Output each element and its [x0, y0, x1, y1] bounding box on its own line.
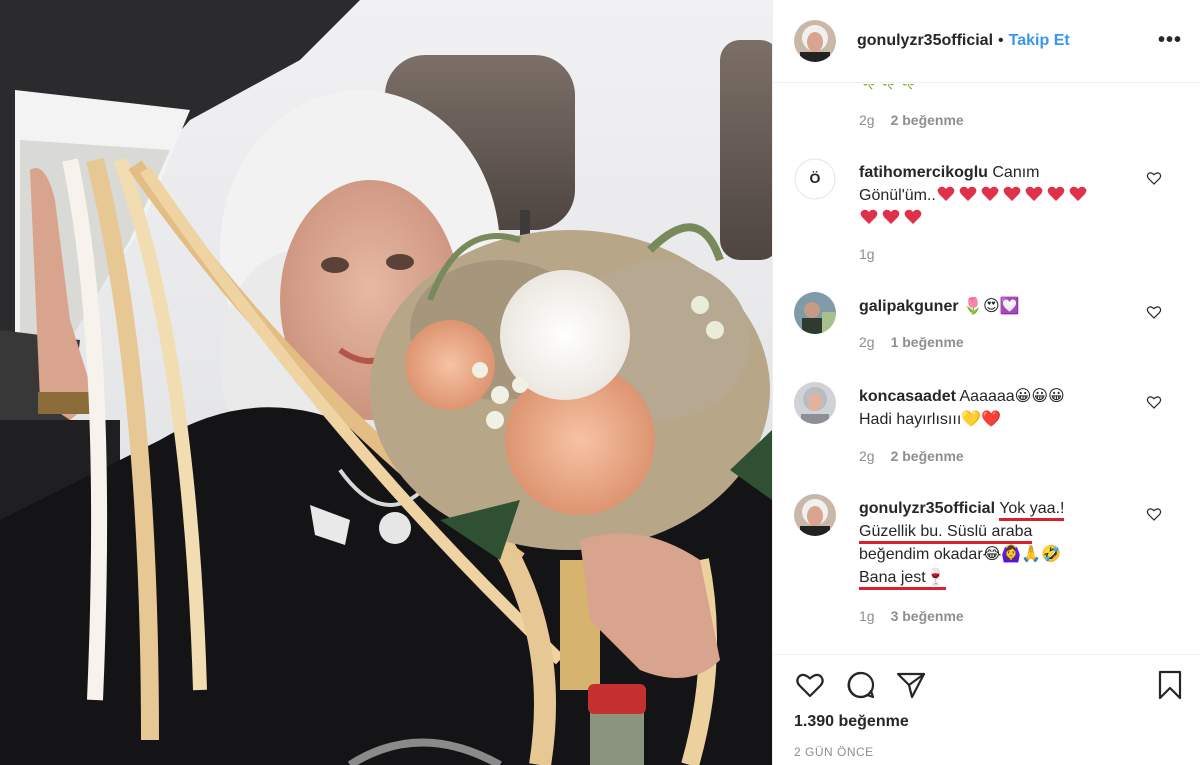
post-photo-illustration — [0, 0, 772, 765]
author-avatar[interactable] — [794, 20, 836, 62]
comment-likes[interactable]: 3 beğenme — [891, 608, 964, 624]
comment-text-line4: Bana jest🍷 — [859, 569, 946, 590]
comment-item: 🍀🍀🍀 2g 2 beğenme — [794, 84, 1184, 130]
comment-text: koncasaadet Aaaaaa😀😀😀 Hadi hayırlısııı💛❤… — [859, 385, 1149, 431]
comment-likes[interactable]: 2 beğenme — [891, 448, 964, 464]
comment-text: galipakguner 🌷😍💟 — [859, 295, 1149, 318]
commenter-avatar[interactable] — [794, 494, 836, 536]
comment-meta: 2g 1 beğenme — [859, 334, 964, 350]
comment-text: fatihomercikoglu Canım Gönül'üm.. — [859, 161, 1149, 230]
bookmark-icon[interactable] — [1154, 669, 1186, 701]
clover-emojis: 🍀🍀🍀 — [859, 84, 919, 90]
heart-sparkle-icon — [904, 209, 922, 224]
comment-like-heart-icon[interactable] — [1146, 304, 1162, 320]
comments-list[interactable]: 🍀🍀🍀 2g 2 beğenme Ö fatihomercikoglu — [773, 84, 1200, 654]
comment-emojis: 🌷😍💟 — [963, 298, 1020, 315]
comment-text-line2: Gönül'üm.. — [859, 187, 936, 204]
comment-like-heart-icon[interactable] — [1146, 506, 1162, 522]
heart-sparkle-icon — [981, 186, 999, 201]
commenter-avatar[interactable] — [794, 382, 836, 424]
heart-sparkle-icon — [1025, 186, 1043, 201]
post-side-panel: gonulyzr35official • Takip Et ••• 🍀🍀🍀 2g… — [772, 0, 1200, 765]
comment-text-line1: Yok yaa.! — [999, 500, 1065, 521]
comment-item: Ö fatihomercikoglu Canım Gönül'üm.. 1g — [794, 158, 1184, 268]
instagram-post-view: gonulyzr35official • Takip Et ••• 🍀🍀🍀 2g… — [0, 0, 1200, 765]
post-actions: 1.390 beğenme 2 GÜN ÖNCE — [773, 654, 1200, 765]
comment-text-line2: Hadi hayırlısııı💛❤️ — [859, 411, 1002, 428]
comment-icon[interactable] — [845, 669, 877, 701]
comment-username[interactable]: galipakguner — [859, 298, 959, 315]
heart-sparkle-icon — [1047, 186, 1065, 201]
heart-sparkle-icon — [937, 186, 955, 201]
comment-item: koncasaadet Aaaaaa😀😀😀 Hadi hayırlısııı💛❤… — [794, 382, 1184, 472]
post-photo[interactable] — [0, 0, 772, 765]
heart-sparkle-icon — [882, 209, 900, 224]
comment-meta: 2g 2 beğenme — [859, 448, 964, 464]
heart-sparkle-row-2 — [859, 209, 925, 227]
comment-time[interactable]: 2g — [859, 448, 875, 464]
commenter-avatar[interactable] — [794, 292, 836, 334]
comment-text-line1: Canım — [992, 164, 1040, 181]
commenter-avatar[interactable]: Ö — [794, 158, 836, 200]
comment-text: gonulyzr35official Yok yaa.! Güzellik bu… — [859, 497, 1149, 590]
heart-sparkle-row — [936, 186, 1090, 204]
comment-like-heart-icon[interactable] — [1146, 394, 1162, 410]
comment-likes[interactable]: 2 beğenme — [891, 112, 964, 128]
comment-text-line3: beğendim okadar😂🙆‍♀️🙏🤣 — [859, 546, 1062, 563]
comment-time[interactable]: 2g — [859, 334, 875, 350]
comment-time[interactable]: 1g — [859, 608, 875, 624]
comment-text-line2: Güzellik bu. Süslü araba — [859, 523, 1033, 544]
comment-meta: 1g 3 beğenme — [859, 608, 964, 624]
post-header: gonulyzr35official • Takip Et ••• — [773, 0, 1200, 83]
comment-username[interactable]: gonulyzr35official — [859, 500, 995, 517]
heart-sparkle-icon — [1069, 186, 1087, 201]
follow-button[interactable]: Takip Et — [1009, 32, 1070, 50]
comment-like-heart-icon[interactable] — [1146, 170, 1162, 186]
comment-username[interactable]: koncasaadet — [859, 388, 956, 405]
author-username[interactable]: gonulyzr35official — [857, 32, 993, 50]
comment-username[interactable]: fatihomercikoglu — [859, 164, 988, 181]
heart-icon[interactable] — [794, 669, 826, 701]
post-timestamp[interactable]: 2 GÜN ÖNCE — [794, 745, 874, 759]
likes-count[interactable]: 1.390 beğenme — [794, 713, 909, 731]
heart-sparkle-icon — [959, 186, 977, 201]
comment-meta: 2g 2 beğenme — [859, 112, 964, 128]
comment-text-line1: Aaaaaa😀😀😀 — [959, 388, 1065, 405]
svg-text:Ö: Ö — [810, 170, 821, 186]
comment-text: 🍀🍀🍀 — [859, 84, 1149, 93]
header-separator: • — [998, 32, 1004, 49]
comment-time[interactable]: 1g — [859, 246, 875, 262]
heart-sparkle-icon — [1003, 186, 1021, 201]
comment-item: galipakguner 🌷😍💟 2g 1 beğenme — [794, 292, 1184, 362]
heart-sparkle-icon — [860, 209, 878, 224]
share-icon[interactable] — [895, 669, 927, 701]
comment-time[interactable]: 2g — [859, 112, 875, 128]
more-options-icon[interactable]: ••• — [1158, 30, 1182, 50]
comment-item: gonulyzr35official Yok yaa.! Güzellik bu… — [794, 494, 1184, 634]
comment-meta: 1g — [859, 246, 875, 262]
comment-likes[interactable]: 1 beğenme — [891, 334, 964, 350]
